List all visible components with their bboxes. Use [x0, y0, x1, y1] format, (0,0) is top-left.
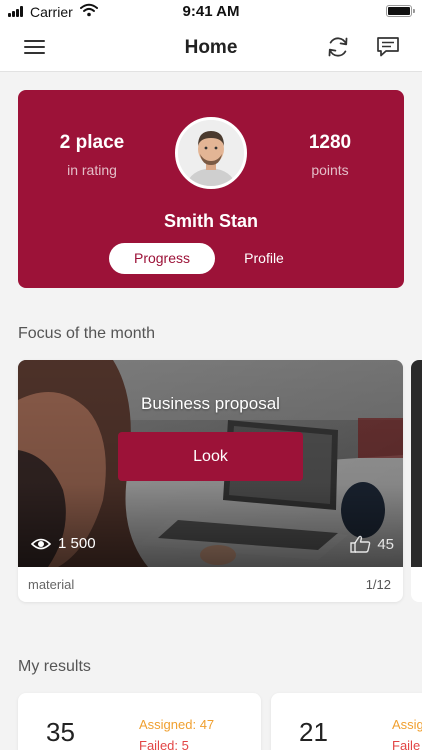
- result-card[interactable]: 35 Assigned: 47 Failed: 5: [18, 693, 261, 750]
- assigned-label: Assigned: 47: [139, 717, 215, 732]
- page-title: Home: [184, 37, 238, 58]
- tab-progress[interactable]: Progress: [109, 243, 215, 274]
- status-bar: Carrier 9:41 AM: [0, 0, 422, 24]
- next-focus-card[interactable]: [411, 360, 422, 602]
- result-count: 35: [46, 717, 75, 747]
- focus-section-title: Focus of the month: [18, 325, 155, 342]
- tab-profile[interactable]: Profile: [231, 243, 297, 274]
- likes-count: 45: [377, 535, 394, 553]
- focus-card-title: Business proposal: [141, 394, 280, 413]
- failed-label: Failed: 5: [139, 738, 189, 750]
- focus-image: Business proposal Look 1 500 45: [18, 360, 403, 567]
- avatar[interactable]: [175, 117, 247, 189]
- chat-icon[interactable]: [376, 36, 400, 58]
- content-type-label: material: [28, 577, 75, 592]
- thumbs-up-icon: [350, 535, 371, 553]
- home-screen: Carrier 9:41 AM Home 2 place in rating 1…: [0, 0, 422, 750]
- battery-icon: [386, 5, 415, 17]
- rating-value: 2 place: [59, 132, 125, 153]
- nav-bar: Home: [0, 24, 422, 72]
- rating-label: in rating: [67, 162, 117, 178]
- eye-icon: [31, 538, 51, 549]
- avatar-photo: [178, 120, 244, 186]
- points-value: 1280: [308, 132, 352, 153]
- points-label: points: [311, 162, 349, 178]
- assigned-label: Assig: [392, 717, 422, 732]
- points-stat: 1280 points: [270, 132, 390, 178]
- result-card[interactable]: 21 Assig Faile: [271, 693, 422, 750]
- result-count: 21: [299, 717, 328, 747]
- page-indicator: 1/12: [365, 577, 391, 592]
- results-section-title: My results: [18, 658, 91, 675]
- views-counter: 1 500: [31, 535, 96, 552]
- likes-counter[interactable]: 45: [350, 535, 394, 553]
- profile-card: 2 place in rating 1280 points Smith Stan…: [18, 90, 404, 288]
- views-count: 1 500: [58, 535, 96, 552]
- failed-label: Faile: [392, 738, 421, 750]
- user-name: Smith Stan: [163, 211, 258, 231]
- focus-card[interactable]: Business proposal Look 1 500 45 material…: [18, 360, 403, 602]
- refresh-icon[interactable]: [326, 35, 350, 59]
- look-button[interactable]: Look: [118, 432, 303, 481]
- status-time: 9:41 AM: [182, 3, 240, 20]
- rating-stat: 2 place in rating: [32, 132, 152, 178]
